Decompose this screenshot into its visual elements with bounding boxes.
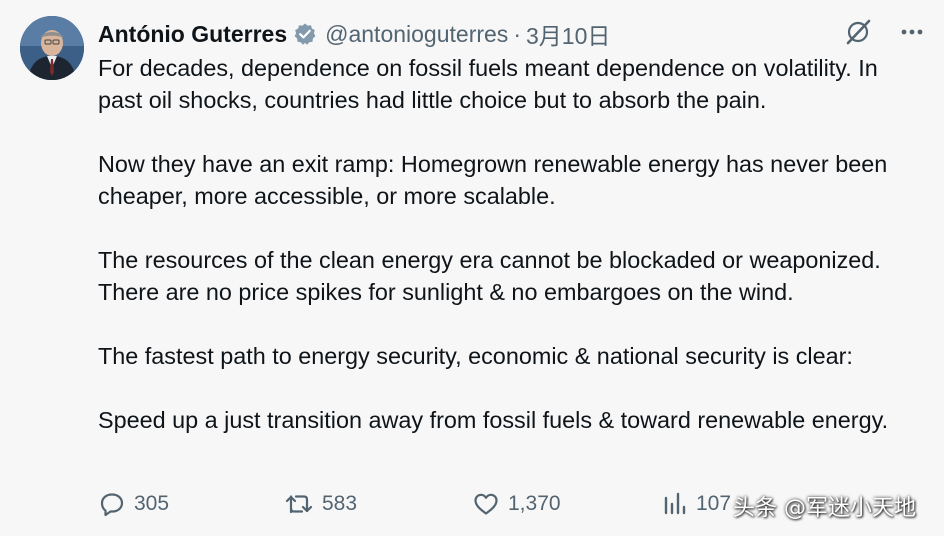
like-button[interactable]: 1,370 xyxy=(472,488,561,520)
avatar-portrait xyxy=(20,16,84,80)
retweet-button[interactable]: 583 xyxy=(284,488,357,520)
retweet-icon xyxy=(285,495,313,514)
reply-count: 305 xyxy=(134,492,170,515)
like-icon xyxy=(474,493,498,515)
avatar[interactable] xyxy=(20,16,84,80)
verified-badge-icon xyxy=(294,23,316,45)
separator-dot: · xyxy=(513,20,521,47)
watermark: 头条 @军迷小天地 xyxy=(733,496,916,521)
like-count: 1,370 xyxy=(508,492,561,515)
top-actions xyxy=(844,18,926,46)
views-count: 107 xyxy=(696,492,732,515)
author-handle[interactable]: @antonioguterres xyxy=(325,21,508,48)
tweet-paragraph: The resources of the clean energy era ca… xyxy=(98,247,881,305)
author-name[interactable]: António Guterres xyxy=(98,21,287,48)
tweet-paragraph: The fastest path to energy security, eco… xyxy=(98,343,853,369)
more-icon[interactable] xyxy=(898,18,926,46)
tweet-text: For decades, dependence on fossil fuels … xyxy=(98,52,928,436)
grok-icon[interactable] xyxy=(844,18,872,46)
tweet-date[interactable]: 3月10日 xyxy=(526,17,610,51)
reply-button[interactable]: 305 xyxy=(98,488,169,520)
tweet-header: António Guterres @antonioguterres · 3月10… xyxy=(98,18,610,50)
tweet-paragraph: Now they have an exit ramp: Homegrown re… xyxy=(98,151,888,209)
tweet-paragraph: For decades, dependence on fossil fuels … xyxy=(98,55,878,113)
retweet-count: 583 xyxy=(322,492,358,515)
tweet-paragraph: Speed up a just transition away from fos… xyxy=(98,407,889,433)
reply-icon xyxy=(100,493,124,517)
views-button[interactable]: 107 xyxy=(662,488,731,520)
views-icon xyxy=(664,492,686,515)
tweet-card: António Guterres @antonioguterres · 3月10… xyxy=(0,0,944,536)
